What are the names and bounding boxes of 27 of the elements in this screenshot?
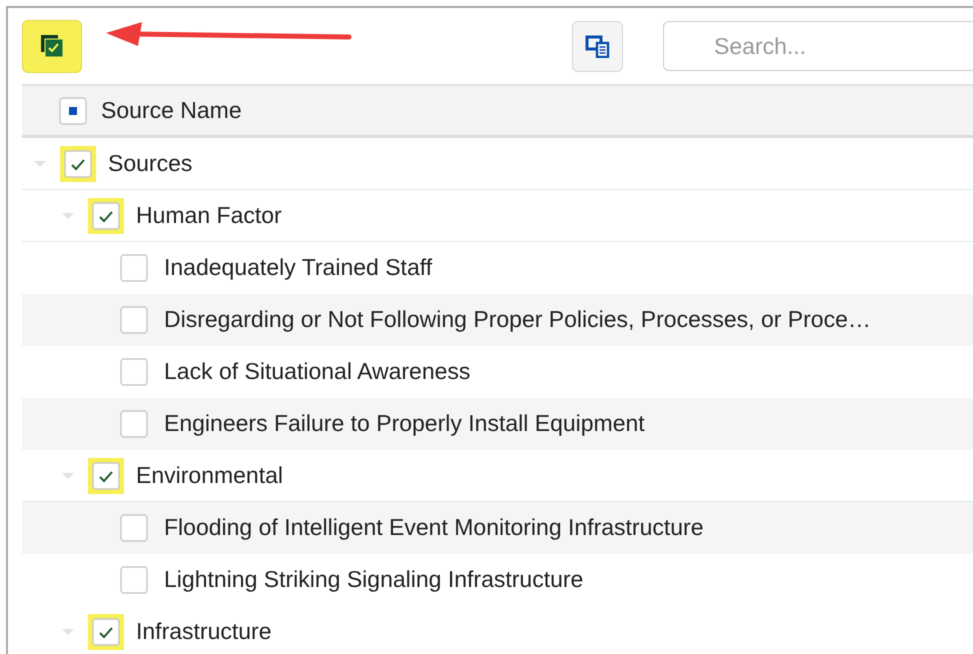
- row-label: Inadequately Trained Staff: [164, 254, 432, 281]
- checkbox[interactable]: [120, 254, 148, 282]
- collapse-icon[interactable]: [60, 210, 76, 220]
- collapse-icon[interactable]: [32, 158, 48, 168]
- row-label: Environmental: [136, 462, 284, 489]
- row-label: Sources: [108, 150, 192, 177]
- checkbox[interactable]: [59, 96, 87, 124]
- row-label: Lightning Striking Signaling Infrastructure: [164, 566, 584, 593]
- copy-button[interactable]: [572, 20, 623, 72]
- row-label: Flooding of Intelligent Event Monitoring Infrastructure: [164, 514, 704, 541]
- row-label: Engineers Failure to Properly Install Equipment: [164, 410, 645, 437]
- collapse-icon[interactable]: [60, 470, 76, 480]
- row-label: Lack of Situational Awareness: [164, 358, 470, 385]
- search-field[interactable]: Search...: [663, 21, 973, 71]
- column-header: Source Name: [101, 97, 242, 124]
- row-label: Human Factor: [136, 202, 282, 229]
- collapse-icon[interactable]: [60, 626, 76, 636]
- row-label: Disregarding or Not Following Proper Policies, Processes, or Proce…: [164, 306, 871, 333]
- checkbox[interactable]: [120, 410, 148, 438]
- select-all-button[interactable]: [22, 20, 82, 72]
- checkboxes-icon: [40, 34, 64, 58]
- checkbox[interactable]: [120, 514, 148, 542]
- checkbox[interactable]: [120, 358, 148, 386]
- checkbox[interactable]: [120, 306, 148, 334]
- copy-icon: [584, 34, 610, 58]
- checkbox[interactable]: [120, 566, 148, 594]
- row-label: Infrastructure: [136, 618, 272, 645]
